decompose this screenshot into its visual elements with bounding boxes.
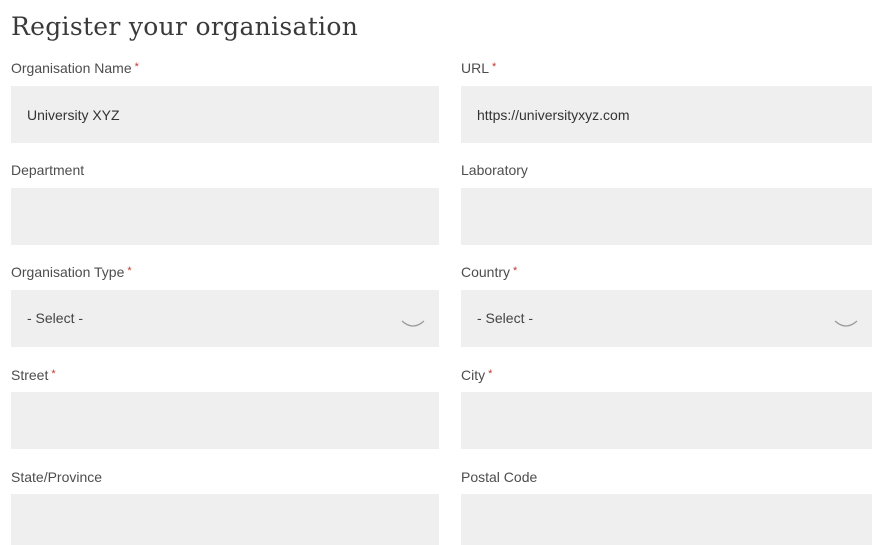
department-input[interactable] [11,188,439,245]
state-province-input[interactable] [11,494,439,545]
chevron-down-icon [401,320,425,327]
url-input[interactable] [461,86,872,143]
required-marker: * [127,265,132,277]
register-organisation-form: Register your organisation Organisation … [0,0,873,545]
url-label: URL * [461,60,497,76]
city-label: City * [461,367,493,383]
required-marker: * [51,368,56,380]
laboratory-input[interactable] [461,188,872,245]
country-select[interactable]: - Select - [461,290,872,347]
organisation-name-input[interactable] [11,86,439,143]
organisation-name-label: Organisation Name * [11,60,139,76]
chevron-down-icon [834,320,858,327]
required-marker: * [488,368,493,380]
organisation-type-select[interactable]: - Select - [11,290,439,347]
postal-code-input[interactable] [461,494,872,545]
required-marker: * [492,61,497,73]
required-marker: * [513,265,518,277]
city-input[interactable] [461,392,872,449]
street-label: Street * [11,367,56,383]
organisation-type-value: - Select - [27,310,84,326]
postal-code-label: Postal Code [461,469,538,485]
street-input[interactable] [11,392,439,449]
department-label: Department [11,162,85,178]
organisation-type-label: Organisation Type * [11,264,132,280]
country-value: - Select - [477,310,534,326]
state-province-label: State/Province [11,469,103,485]
laboratory-label: Laboratory [461,162,528,178]
country-label: Country * [461,264,518,280]
required-marker: * [134,61,139,73]
page-title: Register your organisation [11,12,359,41]
